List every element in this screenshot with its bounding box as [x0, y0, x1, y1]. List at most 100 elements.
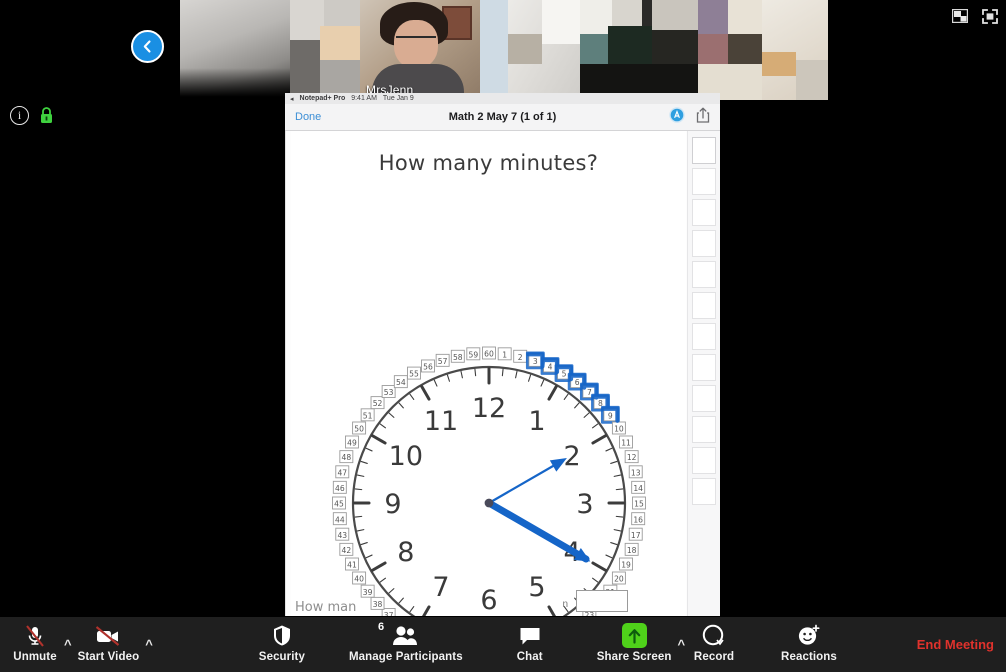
page-thumbnail[interactable] [692, 199, 716, 226]
record-circle-icon [701, 622, 727, 649]
svg-text:49: 49 [347, 439, 357, 448]
record-button[interactable]: Record [691, 622, 737, 663]
minute-box-53: 53 [381, 385, 396, 398]
svg-text:51: 51 [362, 411, 372, 420]
clock-hour-5: 5 [528, 572, 545, 603]
minute-box-13: 13 [628, 465, 643, 479]
page-thumbnail[interactable] [692, 230, 716, 257]
page-thumbnail[interactable] [692, 416, 716, 443]
svg-text:19: 19 [621, 561, 631, 570]
minute-box-57: 57 [435, 353, 450, 367]
page-thumbnail[interactable] [692, 137, 716, 164]
chat-bubble-icon [518, 622, 542, 649]
svg-text:42: 42 [341, 546, 351, 555]
share-screen-button[interactable]: Share Screen [597, 622, 672, 663]
clock-hour-7: 7 [432, 572, 449, 603]
minute-box-12: 12 [624, 450, 639, 464]
svg-text:59: 59 [468, 350, 478, 359]
minute-box-60: 60 [481, 346, 496, 360]
back-chevron-button[interactable] [131, 30, 164, 63]
minute-box-58: 58 [450, 349, 465, 363]
video-options-caret[interactable]: ^ [139, 637, 159, 652]
participant-tile-3[interactable]: MrsJenn [360, 0, 480, 100]
clock-hour-12: 12 [471, 393, 505, 424]
participant-tile-5[interactable] [580, 0, 698, 100]
manage-participants-button[interactable]: 6 Manage Participants [349, 621, 463, 663]
page-thumbnail[interactable] [692, 385, 716, 412]
minute-box-46: 46 [332, 480, 347, 494]
page-thumbnail[interactable] [692, 261, 716, 288]
chat-button[interactable]: Chat [507, 622, 553, 663]
participant-tile-4[interactable] [480, 0, 580, 100]
app-navigation-bar: Done Math 2 May 7 (1 of 1) [285, 104, 720, 131]
security-button[interactable]: Security [259, 622, 305, 663]
svg-text:3: 3 [532, 357, 537, 366]
minute-box-18: 18 [624, 542, 639, 556]
fullscreen-icon[interactable] [982, 9, 998, 29]
minute-box-56: 56 [420, 359, 435, 373]
encryption-lock-icon[interactable] [38, 105, 55, 125]
minute-box-10: 10 [611, 421, 626, 435]
share-screen-icon [621, 622, 647, 649]
glasses-shape [396, 36, 436, 45]
meeting-toolbar: Unmute ^ Start Video ^ Security 6 Manage… [0, 616, 1006, 672]
page-thumbnail[interactable] [692, 478, 716, 505]
svg-text:39: 39 [362, 588, 372, 597]
minute-box-54: 54 [393, 375, 408, 389]
worksheet-answer-box[interactable] [576, 590, 628, 612]
end-meeting-button[interactable]: End Meeting [917, 637, 994, 652]
svg-text:18: 18 [626, 546, 636, 555]
svg-text:43: 43 [337, 531, 347, 540]
reactions-button[interactable]: Reactions [781, 622, 837, 663]
page-thumbnail[interactable] [692, 292, 716, 319]
participant-tile-1[interactable] [180, 0, 290, 100]
start-video-button[interactable]: Start Video [78, 622, 140, 663]
shield-icon [272, 622, 292, 649]
status-app-name: Notepad+ Pro [299, 95, 346, 102]
minute-box-52: 52 [370, 396, 384, 410]
participant-tile-2[interactable] [290, 0, 360, 100]
participants-count-badge: 6 [377, 621, 385, 633]
worksheet-title: How many minutes? [378, 151, 599, 175]
svg-text:13: 13 [630, 468, 640, 477]
page-thumbnail[interactable] [692, 323, 716, 350]
svg-text:45: 45 [334, 500, 344, 509]
minute-box-16: 16 [630, 512, 645, 526]
unmute-button[interactable]: Unmute [12, 622, 58, 663]
svg-text:20: 20 [614, 575, 624, 584]
meeting-info-icon[interactable]: i [10, 106, 29, 125]
minute-box-41: 41 [344, 557, 359, 571]
minute-box-48: 48 [338, 450, 353, 464]
share-icon[interactable] [696, 107, 710, 128]
participant-tile-6[interactable] [698, 0, 762, 100]
clock-hour-6: 6 [480, 585, 497, 616]
picture-in-picture-icon[interactable] [951, 8, 969, 29]
svg-text:41: 41 [347, 561, 357, 570]
minute-box-44: 44 [332, 512, 347, 526]
page-thumbnail[interactable] [692, 354, 716, 381]
svg-text:47: 47 [337, 468, 347, 477]
svg-text:12: 12 [626, 453, 636, 462]
minute-box-47: 47 [334, 465, 349, 479]
done-button[interactable]: Done [295, 111, 321, 123]
page-thumbnail-rail[interactable] [687, 131, 720, 616]
minute-box-17: 17 [628, 527, 643, 541]
page-thumbnail[interactable] [692, 168, 716, 195]
clock-hour-2: 2 [563, 441, 580, 472]
svg-text:53: 53 [383, 388, 393, 397]
ios-status-bar: ◂ Notepad+ Pro 9:41 AM Tue Jan 9 [285, 93, 720, 104]
minute-box-59: 59 [465, 347, 480, 361]
people-icon [391, 622, 421, 649]
microphone-muted-icon [24, 622, 46, 649]
page-thumbnail[interactable] [692, 447, 716, 474]
worksheet-canvas[interactable]: How many minutes? 60 1 2 3 4 5 6 7 8 9 10 11 12 13 14 1… [285, 131, 720, 616]
minute-box-55: 55 [406, 366, 421, 380]
minute-box-51: 51 [360, 408, 375, 422]
share-options-caret[interactable]: ^ [671, 637, 691, 652]
svg-text:15: 15 [634, 500, 644, 509]
audio-options-caret[interactable]: ^ [58, 637, 78, 652]
svg-text:46: 46 [334, 484, 344, 493]
participant-tile-7[interactable] [762, 0, 828, 100]
annotate-icon[interactable] [669, 106, 685, 128]
svg-text:11: 11 [621, 439, 631, 448]
